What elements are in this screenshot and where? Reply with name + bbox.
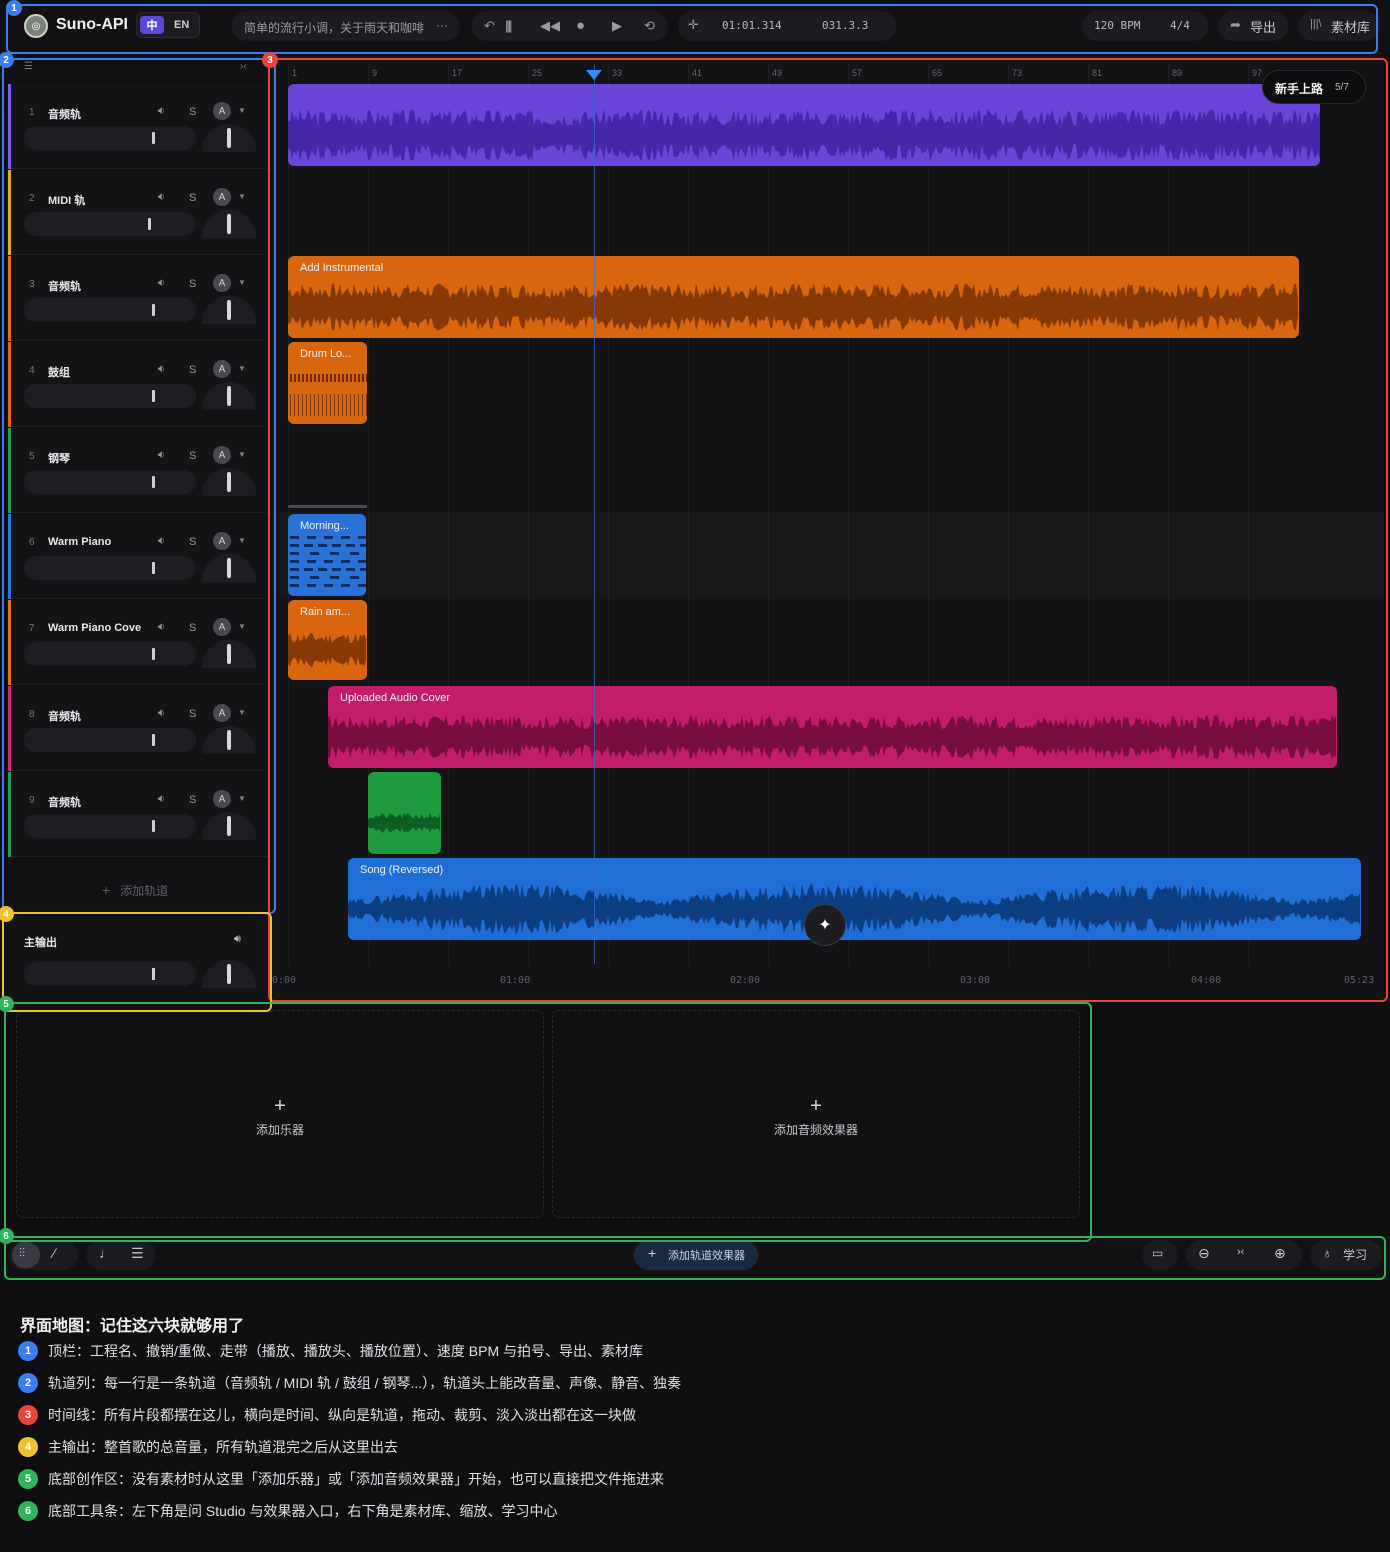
- legend-text: 顶栏：工程名、撤销/重做、走带（播放、播放头、播放位置）、速度 BPM 与拍号、…: [48, 1343, 644, 1359]
- legend-number: 3: [18, 1405, 38, 1425]
- legend-number: 6: [18, 1501, 38, 1521]
- daw-app: ◎ Suno-API 中 EN 简单的流行小调，关于雨天和咖啡 ··· ↶ ||…: [0, 0, 1390, 1552]
- legend-item: 1 顶栏：工程名、撤销/重做、走带（播放、播放头、播放位置）、速度 BPM 与拍号…: [18, 1340, 643, 1362]
- legend-number: 4: [18, 1437, 38, 1457]
- legend-title: 界面地图：记住这六块就够用了: [20, 1318, 245, 1335]
- legend-text: 底部创作区：没有素材时从这里「添加乐器」或「添加音频效果器」开始，也可以直接把文…: [48, 1471, 664, 1487]
- legend-number: 1: [18, 1341, 38, 1361]
- legend-item: 5 底部创作区：没有素材时从这里「添加乐器」或「添加音频效果器」开始，也可以直接把…: [18, 1468, 664, 1490]
- region-2-box: [2, 58, 276, 914]
- region-6-box: [4, 1236, 1386, 1280]
- legend-text: 主输出：整首歌的总音量，所有轨道混完之后从这里出去: [48, 1439, 398, 1455]
- region-5-box: [4, 1002, 1092, 1242]
- legend-text: 时间线：所有片段都摆在这儿，横向是时间、纵向是轨道，拖动、裁剪、淡入淡出都在这一…: [48, 1407, 636, 1423]
- region-4-box: [2, 912, 272, 1012]
- badge-1: 1: [6, 0, 22, 16]
- legend-number: 5: [18, 1469, 38, 1489]
- legend-item: 4 主输出：整首歌的总音量，所有轨道混完之后从这里出去: [18, 1436, 398, 1458]
- region-1-box: [6, 4, 1378, 54]
- legend-text: 轨道列：每一行是一条轨道（音频轨 / MIDI 轨 / 鼓组 / 钢琴...），…: [48, 1375, 682, 1391]
- legend-item: 6 底部工具条：左下角是问 Studio 与效果器入口，右下角是素材库、缩放、学习…: [18, 1500, 557, 1522]
- legend-item: 2 轨道列：每一行是一条轨道（音频轨 / MIDI 轨 / 鼓组 / 钢琴...）…: [18, 1372, 681, 1394]
- legend-item: 3 时间线：所有片段都摆在这儿，横向是时间、纵向是轨道，拖动、裁剪、淡入淡出都在这…: [18, 1404, 636, 1426]
- region-3-box: [268, 58, 1388, 1002]
- legend-text: 底部工具条：左下角是问 Studio 与效果器入口，右下角是素材库、缩放、学习中…: [48, 1503, 558, 1519]
- badge-3: 3: [262, 52, 278, 68]
- legend-number: 2: [18, 1373, 38, 1393]
